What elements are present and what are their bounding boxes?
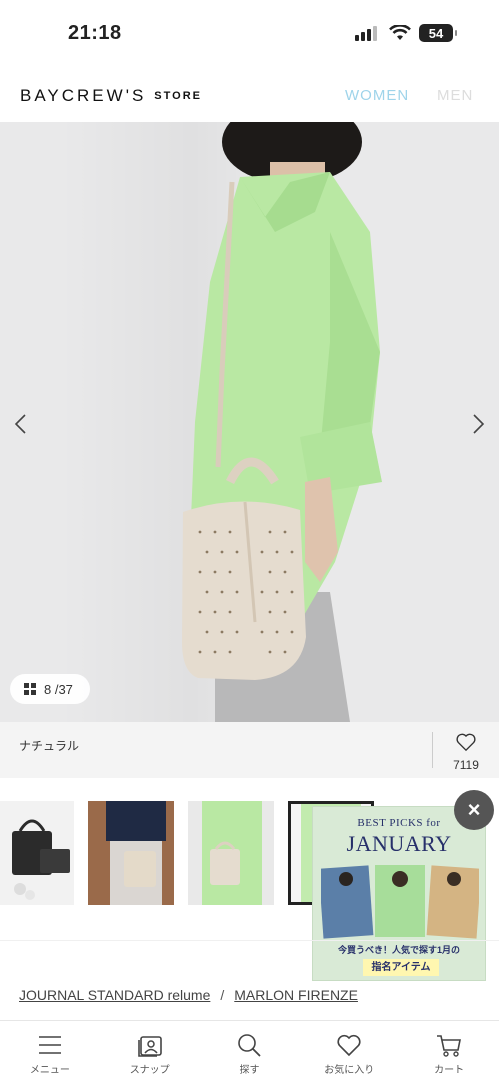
thumbnail-1[interactable] bbox=[0, 801, 74, 905]
image-counter: 8 /37 bbox=[44, 681, 73, 697]
logo-sub: STORE bbox=[154, 90, 202, 102]
color-label: ナチュラル bbox=[19, 739, 80, 753]
status-time: 21:18 bbox=[68, 22, 122, 44]
promo-banner[interactable]: BEST PICKS for JANUARY 今買うべき！人気で探す1月の 指名… bbox=[312, 806, 486, 981]
nav-women[interactable]: WOMEN bbox=[345, 87, 409, 104]
breadcrumb: JOURNAL STANDARD relume / MARLON FIRENZE bbox=[19, 987, 358, 1003]
product-image-carousel[interactable]: 8 /37 bbox=[0, 122, 499, 722]
status-icons: 54 bbox=[355, 24, 457, 42]
battery-icon: 54 bbox=[419, 24, 457, 42]
menu-icon bbox=[38, 1036, 61, 1054]
thumbnail-2[interactable] bbox=[88, 801, 174, 905]
breadcrumb-brand[interactable]: JOURNAL STANDARD relume bbox=[19, 987, 210, 1003]
thumbnail-3[interactable] bbox=[188, 801, 274, 905]
nav-favorites-label: お気に入り bbox=[324, 1065, 375, 1076]
section-divider bbox=[0, 940, 499, 941]
nav-menu[interactable]: メニュー bbox=[0, 1021, 100, 1080]
site-header: BAYCREW'S STORE WOMEN MEN bbox=[0, 62, 499, 122]
promo-line2: JANUARY bbox=[346, 831, 452, 856]
color-info-row: ナチュラル 7119 bbox=[0, 722, 499, 778]
thumbnail-image bbox=[88, 801, 174, 905]
image-counter-badge[interactable]: 8 /37 bbox=[10, 674, 90, 704]
nav-search[interactable]: 探す bbox=[200, 1021, 300, 1080]
nav-search-label: 探す bbox=[239, 1065, 260, 1076]
next-image-arrow-icon[interactable] bbox=[465, 412, 489, 436]
heart-icon bbox=[456, 733, 476, 752]
cart-icon bbox=[437, 1035, 462, 1057]
wifi-icon bbox=[389, 25, 411, 40]
product-photo bbox=[182, 122, 382, 722]
thumbnail-image bbox=[202, 801, 262, 905]
breadcrumb-sub-brand[interactable]: MARLON FIRENZE bbox=[234, 987, 358, 1003]
thumbnail-image bbox=[12, 819, 70, 900]
brand-logo[interactable]: BAYCREW'S STORE bbox=[20, 86, 202, 106]
prev-image-arrow-icon[interactable] bbox=[10, 412, 34, 436]
status-bar: 21:18 54 bbox=[0, 0, 499, 62]
snap-icon bbox=[137, 1036, 162, 1057]
promo-photos bbox=[321, 865, 479, 939]
nav-menu-label: メニュー bbox=[29, 1065, 70, 1076]
favorite-button[interactable]: 7119 bbox=[446, 732, 486, 772]
grid-icon bbox=[24, 683, 36, 695]
bottom-nav: メニュー スナップ 探す お気に入り カート bbox=[0, 1020, 499, 1080]
heart-icon bbox=[337, 1034, 361, 1057]
breadcrumb-separator: / bbox=[220, 987, 225, 1003]
divider bbox=[432, 732, 433, 768]
battery-level: 54 bbox=[428, 25, 444, 41]
logo-text: BAYCREW'S bbox=[20, 86, 147, 105]
favorite-count: 7119 bbox=[453, 758, 479, 772]
nav-cart-label: カート bbox=[434, 1065, 465, 1076]
nav-favorites[interactable]: お気に入り bbox=[299, 1021, 399, 1080]
promo-close-button[interactable]: × bbox=[454, 790, 494, 830]
signal-icon bbox=[355, 26, 377, 41]
nav-cart[interactable]: カート bbox=[399, 1021, 499, 1080]
promo-badge: 指名アイテム bbox=[363, 959, 439, 976]
promo-subtitle: 今買うべき！人気で探す1月の bbox=[337, 945, 460, 955]
search-icon bbox=[238, 1034, 262, 1057]
nav-snap-label: スナップ bbox=[129, 1065, 170, 1076]
nav-snap[interactable]: スナップ bbox=[100, 1021, 200, 1080]
nav-men[interactable]: MEN bbox=[437, 87, 473, 104]
